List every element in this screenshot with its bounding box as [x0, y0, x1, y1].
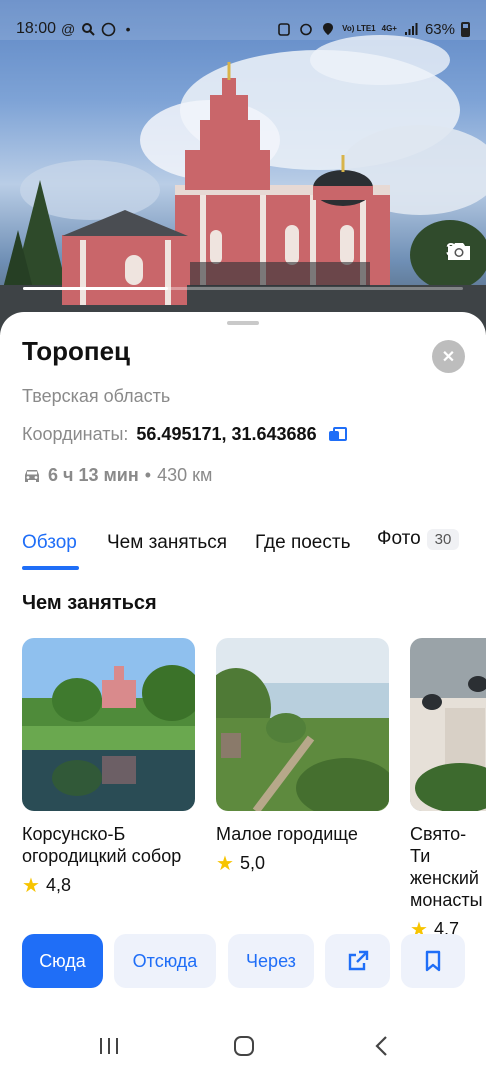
bookmark-button[interactable]	[401, 934, 465, 988]
at-icon: @	[60, 21, 76, 37]
photo-progress-fill	[23, 287, 169, 290]
share-icon	[348, 950, 368, 971]
whatsapp-icon	[100, 21, 116, 37]
tab-bar: Обзор Чем заняться Где поесть Фото 30	[0, 528, 486, 570]
action-bar: Сюда Отсюда Через	[0, 934, 486, 988]
attraction-rating: ★ 4,8	[22, 873, 195, 898]
location-icon	[320, 21, 336, 37]
attraction-card[interactable]: Корсунско-Б огородицкий собор ★ 4,8	[22, 638, 195, 898]
recent-apps-button[interactable]	[97, 1034, 121, 1065]
section-title: Чем заняться	[22, 592, 157, 614]
rating-value: 5,0	[239, 853, 265, 873]
sheet-grabber[interactable]	[227, 321, 259, 325]
place-region: Тверская область	[22, 386, 171, 406]
photo-count[interactable]: 30	[446, 240, 470, 261]
back-icon	[375, 1036, 387, 1056]
attraction-card[interactable]: Малое городище ★ 5,0	[216, 638, 389, 876]
battery-percent: 63%	[424, 20, 455, 38]
attraction-name: Свято-Ти женский монасты	[410, 824, 483, 910]
route-here-button[interactable]: Сюда	[22, 934, 103, 988]
route-via-button[interactable]: Через	[228, 934, 314, 988]
route-duration: 6 ч 13 мин	[48, 465, 139, 485]
coordinates-value[interactable]: 56.495171, 31.643686	[136, 424, 316, 445]
volte-label: Vo) LTE1	[342, 24, 376, 33]
attraction-photo	[22, 638, 195, 811]
close-icon: ✕	[441, 348, 456, 366]
coordinates-label: Координаты:	[22, 424, 129, 444]
alarm-icon	[298, 21, 314, 37]
attraction-rating: ★ 5,0	[216, 851, 389, 876]
status-bar: 18:00 @ • Vo) LTE1 4G+ 63%	[0, 0, 486, 58]
tab-photos[interactable]: Фото 30	[377, 528, 460, 550]
recent-apps-icon	[100, 1038, 118, 1054]
notification-icon	[276, 21, 292, 37]
tab-photos-label: Фото	[377, 528, 421, 549]
attraction-card[interactable]: Свято-Ти женский монасты ★ 4,7	[410, 638, 486, 942]
copy-icon[interactable]	[328, 426, 347, 443]
network-type: 4G+	[381, 24, 397, 33]
dot-icon: •	[125, 21, 131, 37]
route-distance: 430 км	[157, 465, 213, 485]
bookmark-icon	[425, 950, 441, 972]
battery-icon	[461, 21, 470, 37]
route-from-button[interactable]: Отсюда	[114, 934, 216, 988]
place-title: Торопец	[22, 336, 131, 366]
car-icon	[25, 469, 39, 482]
tab-photos-badge: 30	[426, 529, 460, 550]
system-nav-bar	[0, 1020, 486, 1080]
attraction-name: Малое городище	[216, 824, 358, 844]
rating-value: 4,8	[45, 875, 71, 895]
signal-icon	[403, 21, 419, 37]
active-tab-indicator	[22, 566, 79, 570]
attraction-name: Корсунско-Б огородицкий собор	[22, 824, 182, 866]
route-info[interactable]: 6 ч 13 мин • 430 км	[22, 465, 212, 486]
star-icon: ★	[216, 853, 234, 875]
close-button[interactable]: ✕	[432, 340, 465, 373]
attraction-photo	[216, 638, 389, 811]
search-icon	[80, 21, 96, 37]
route-separator: •	[144, 465, 152, 485]
attraction-photo	[410, 638, 486, 811]
photo-progress	[23, 287, 463, 290]
coordinates-row: Координаты: 56.495171, 31.643686	[22, 424, 347, 445]
star-icon: ★	[22, 875, 40, 897]
share-button[interactable]	[325, 934, 390, 988]
status-time: 18:00	[16, 20, 57, 37]
tab-what-to-do[interactable]: Чем заняться	[107, 532, 227, 554]
home-icon	[234, 1036, 254, 1056]
back-button[interactable]	[372, 1034, 392, 1065]
tab-overview[interactable]: Обзор	[22, 532, 77, 554]
camera-icon	[447, 243, 470, 260]
tab-where-to-eat[interactable]: Где поесть	[255, 532, 350, 554]
home-button[interactable]	[232, 1034, 256, 1065]
